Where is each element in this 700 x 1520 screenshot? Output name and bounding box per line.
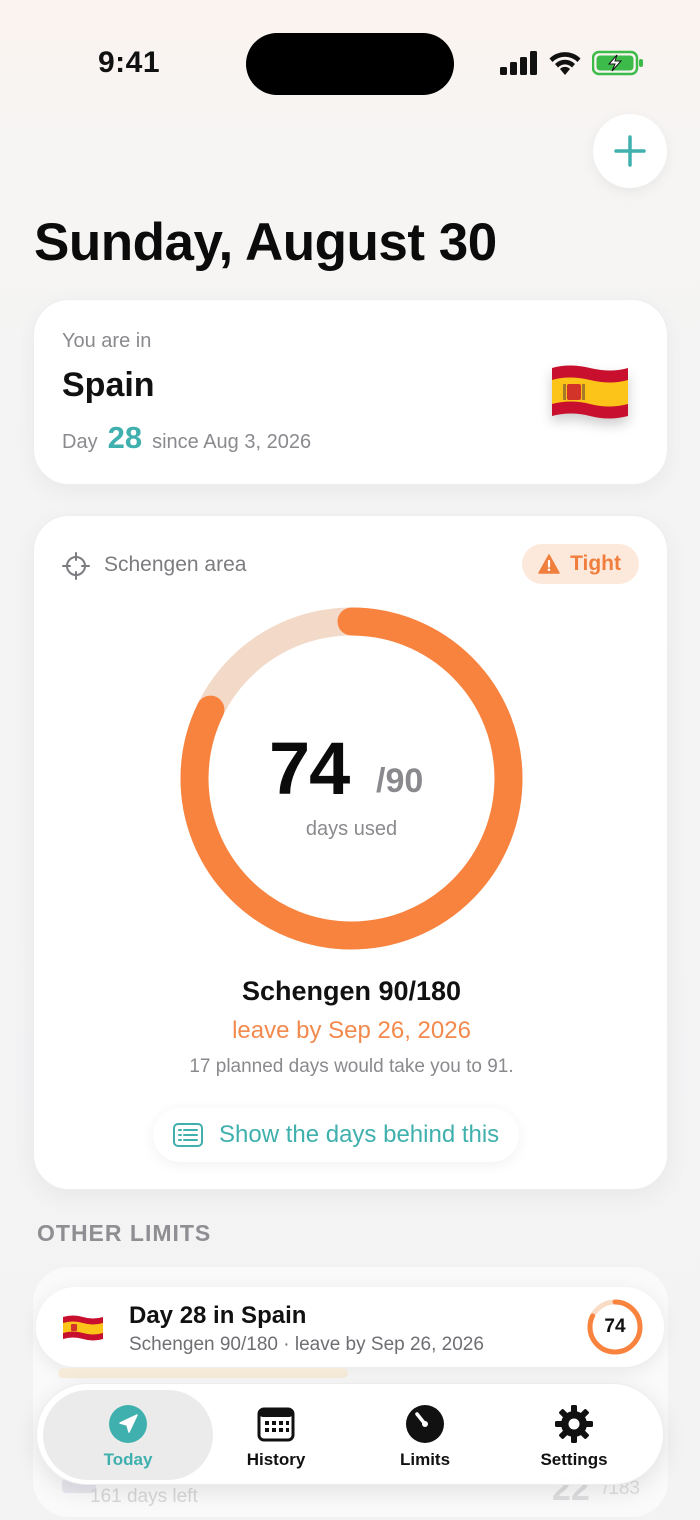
days-used-ring (179, 606, 524, 951)
warning-icon (538, 554, 560, 574)
add-trip-button[interactable] (593, 114, 667, 188)
location-prefix: You are in (62, 330, 152, 352)
location-arrow-icon (109, 1405, 147, 1443)
banner-title: Day 28 in Spain (129, 1302, 307, 1329)
tab-limits[interactable]: Limits (350, 1390, 500, 1480)
status-badge-label: Tight (570, 552, 621, 575)
spain-flag-icon (552, 365, 628, 419)
day-prefix: Day (62, 431, 98, 453)
since-date: since Aug 3, 2026 (152, 431, 312, 453)
show-days-button[interactable]: Show the days behind this (153, 1108, 520, 1162)
wifi-icon (549, 52, 581, 75)
location-day-line: Day 28 since Aug 3, 2026 (62, 420, 311, 456)
dynamic-island (246, 33, 454, 95)
tab-bar: Today History Limits Settings (36, 1383, 664, 1485)
day-number: 28 (107, 420, 143, 455)
status-icons (500, 50, 644, 76)
battery-icon (592, 50, 643, 76)
tab-history-label: History (246, 1450, 306, 1469)
page-title: Sunday, August 30 (34, 213, 497, 272)
crosshair-icon (62, 552, 90, 580)
banner-ring-value: 74 (604, 1316, 626, 1337)
schengen-card: Schengen area Tight 74 /90 days used Sch… (33, 515, 668, 1190)
gear-icon (555, 1405, 593, 1443)
tab-settings[interactable]: Settings (499, 1390, 649, 1480)
status-badge: Tight (522, 544, 639, 584)
plus-icon (614, 135, 646, 167)
signal-icon (500, 51, 537, 75)
tab-today-label: Today (103, 1450, 153, 1469)
banner-progress-track (58, 1368, 348, 1378)
list-icon (173, 1123, 203, 1147)
tab-limits-label: Limits (399, 1450, 451, 1469)
status-bar: 9:41 (0, 0, 700, 110)
days-used-value: 74 (269, 727, 350, 810)
tab-settings-label: Settings (540, 1450, 608, 1469)
leave-by-date: leave by Sep 26, 2026 (232, 1017, 471, 1044)
zone-label: Schengen area (104, 553, 247, 576)
planned-days-note: 17 planned days would take you to 91. (189, 1056, 514, 1077)
tab-history[interactable]: History (201, 1390, 351, 1480)
gauge-icon (406, 1405, 444, 1443)
banner-subtitle: Schengen 90/180 · leave by Sep 26, 2026 (129, 1334, 484, 1355)
spain-flag-icon (63, 1315, 103, 1341)
location-country: Spain (62, 366, 155, 404)
current-location-card[interactable]: You are in Spain Day 28 since Aug 3, 202… (33, 299, 668, 485)
live-activity-banner[interactable]: Day 28 in Spain Schengen 90/180 · leave … (36, 1287, 664, 1367)
other-limits-header: OTHER LIMITS (37, 1220, 212, 1246)
show-days-label: Show the days behind this (219, 1121, 500, 1148)
calendar-icon (257, 1407, 295, 1442)
days-limit-value: /90 (376, 762, 424, 800)
limit-days-left: 161 days left (90, 1486, 198, 1507)
tab-today[interactable]: Today (53, 1390, 203, 1480)
rule-name: Schengen 90/180 (241, 976, 462, 1006)
status-time: 9:41 (98, 46, 161, 79)
days-used-label: days used (305, 818, 398, 840)
